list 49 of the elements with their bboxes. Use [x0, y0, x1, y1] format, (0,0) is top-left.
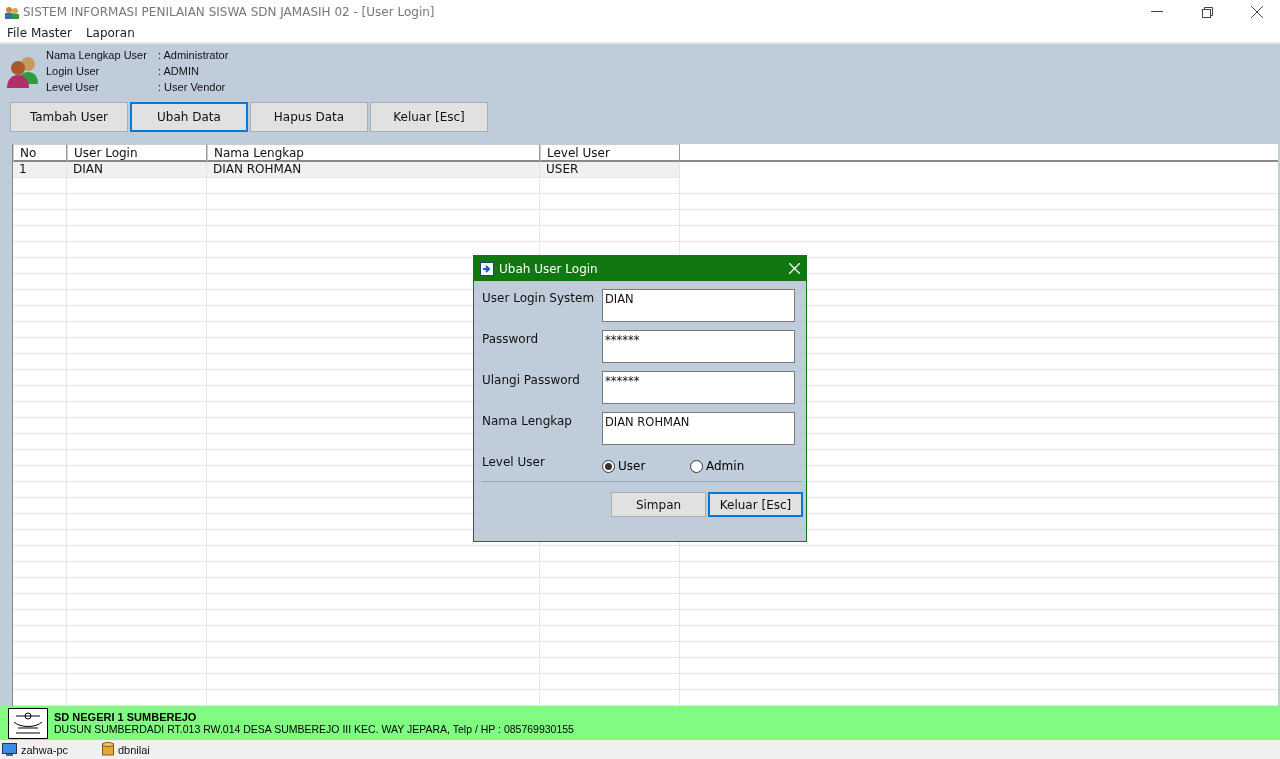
radio-icon[interactable] — [690, 459, 703, 473]
field-label: Level User — [482, 454, 546, 471]
menu-item[interactable]: File Master — [7, 26, 72, 40]
column-header[interactable]: Level User — [540, 144, 680, 162]
menu-item[interactable]: Laporan — [85, 26, 135, 40]
table-cell: DIAN — [67, 162, 207, 178]
info-label: Level User — [46, 79, 100, 95]
dialog-button[interactable]: Keluar [Esc] — [708, 492, 803, 517]
close-icon[interactable] — [1251, 6, 1263, 18]
info-label: Nama Lengkap User — [46, 47, 148, 63]
column-header[interactable]: User Login — [67, 144, 207, 162]
dialog-title: Ubah User Login — [499, 261, 599, 276]
status-text: dbnilai — [118, 742, 150, 758]
restore-icon[interactable] — [1201, 6, 1213, 18]
minimize-icon[interactable] — [1151, 11, 1163, 13]
radio-option[interactable]: User — [602, 459, 690, 473]
school-logo-icon — [8, 707, 48, 739]
status-text: zahwa-pc — [21, 742, 69, 758]
school-address: DUSUN SUMBERDADI RT.013 RW.014 DESA SUMBEREJO III KEC. WAY JEPARA, Telp / HP : 085769930155 — [54, 723, 574, 735]
field-label: User Login System — [482, 290, 596, 307]
field-label: Ulangi Password — [482, 372, 581, 389]
database-icon — [102, 742, 114, 757]
input-field[interactable]: DIAN ROHMAN — [602, 412, 795, 445]
field-label: Password — [482, 331, 540, 348]
radio-icon[interactable] — [602, 459, 615, 473]
toolbar-button[interactable]: Tambah User — [10, 102, 128, 132]
toolbar-button[interactable]: Hapus Data — [250, 102, 368, 132]
toolbar-button[interactable]: Ubah Data — [130, 102, 248, 132]
field-label: Nama Lengkap — [482, 413, 573, 430]
computer-icon — [2, 742, 17, 757]
column-header[interactable]: Nama Lengkap — [207, 144, 540, 162]
app-icon — [4, 4, 19, 20]
input-field[interactable]: DIAN — [602, 289, 795, 322]
dialog-icon — [480, 261, 494, 276]
dialog-button[interactable]: Simpan — [611, 492, 706, 517]
info-value: : Administrator — [158, 47, 229, 63]
info-value: : ADMIN — [158, 63, 200, 79]
toolbar-button[interactable]: Keluar [Esc] — [370, 102, 488, 132]
column-header[interactable]: No — [13, 144, 67, 162]
info-value: : User Vendor — [158, 79, 227, 95]
table-cell: USER — [540, 162, 680, 178]
input-field[interactable]: ****** — [602, 371, 795, 404]
radio-option[interactable]: Admin — [690, 459, 778, 473]
school-name: SD NEGERI 1 SUMBEREJO — [54, 711, 198, 723]
table-cell: 1 — [13, 162, 67, 178]
input-field[interactable]: ****** — [602, 330, 795, 363]
table-cell: DIAN ROHMAN — [207, 162, 540, 178]
info-label: Login User — [46, 63, 101, 79]
window-title: SISTEM INFORMASI PENILAIAN SISWA SDN JAMASIH 02 - [User Login] — [23, 5, 436, 19]
